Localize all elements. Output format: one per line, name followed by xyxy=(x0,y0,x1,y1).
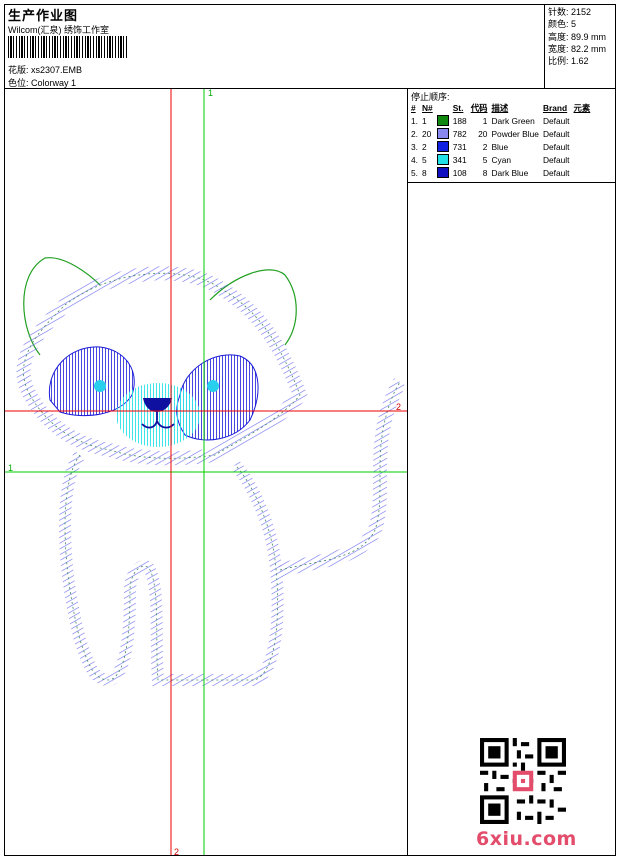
studio-name: Wilcom(汇泉) 绣饰工作室 xyxy=(8,25,109,35)
table-row: 4. 5 341 5 Cyan Default xyxy=(411,154,570,166)
page-title: 生产作业图 xyxy=(8,8,79,23)
color-swatch xyxy=(436,141,449,153)
stat-scale: 比例: 1.62 xyxy=(548,56,589,67)
col-swatch xyxy=(435,101,451,114)
legend-bottom-divider xyxy=(407,182,616,183)
col-element: 元素 xyxy=(573,102,591,113)
col-num: # xyxy=(411,102,416,113)
color-swatch xyxy=(436,128,449,140)
green-vertical-label: 1 xyxy=(208,88,214,98)
col-code: 代码 xyxy=(470,102,488,113)
stat-height: 高度: 89.9 mm xyxy=(548,31,607,42)
stats-panel: 针数: 2152 颜色: 5 高度: 89.9 mm 宽度: 82.2 mm 比… xyxy=(548,6,606,67)
red-vertical-label: 2 xyxy=(174,847,180,857)
tail-border xyxy=(278,378,406,577)
color-swatch xyxy=(436,167,449,179)
stat-colors: 颜色: 5 xyxy=(548,19,577,30)
barcode xyxy=(8,36,128,58)
embroidery-design xyxy=(5,89,407,855)
color-swatch xyxy=(436,115,449,127)
colorway-label: 色位: xyxy=(8,78,29,88)
muzzle xyxy=(116,383,200,447)
watermark-logo: 6xiu.com xyxy=(476,828,577,850)
table-row: 5. 8 108 8 Dark Blue Default xyxy=(411,167,570,179)
table-row: 2. 20 782 20 Powder Blue Default xyxy=(411,128,570,140)
colorway-value: Colorway 1 xyxy=(31,78,77,88)
color-swatch xyxy=(436,154,449,166)
design-label: 花版: xyxy=(8,65,29,75)
table-header: # N# St. 代码 描述 Brand 元素 xyxy=(409,101,592,114)
stop-sequence-table: # N# St. 代码 描述 Brand 元素 1. 1 188 1 Dark … xyxy=(409,101,592,179)
col-desc: 描述 xyxy=(491,102,509,113)
design-name: 花版: xs2307.EMB xyxy=(8,63,82,76)
red-horizontal-label: 2 xyxy=(396,402,402,412)
header-stats-divider xyxy=(544,4,545,88)
col-brand: Brand xyxy=(542,102,568,113)
table-row: 1. 1 188 1 Dark Green Default xyxy=(411,115,570,127)
colorway: 色位: Colorway 1 xyxy=(8,76,76,89)
col-needle: N# xyxy=(422,102,433,113)
left-eye-highlight xyxy=(94,380,106,392)
qr-code xyxy=(480,738,566,824)
green-horizontal-label: 1 xyxy=(8,463,14,473)
design-value: xs2307.EMB xyxy=(31,65,83,75)
legend-divider xyxy=(407,88,408,856)
table-row: 3. 2 731 2 Blue Default xyxy=(411,141,570,153)
stat-width: 宽度: 82.2 mm xyxy=(548,43,607,54)
col-stitches: St. xyxy=(452,102,464,113)
stat-stitches: 针数: 2152 xyxy=(548,7,592,17)
right-eye-highlight xyxy=(207,380,219,392)
